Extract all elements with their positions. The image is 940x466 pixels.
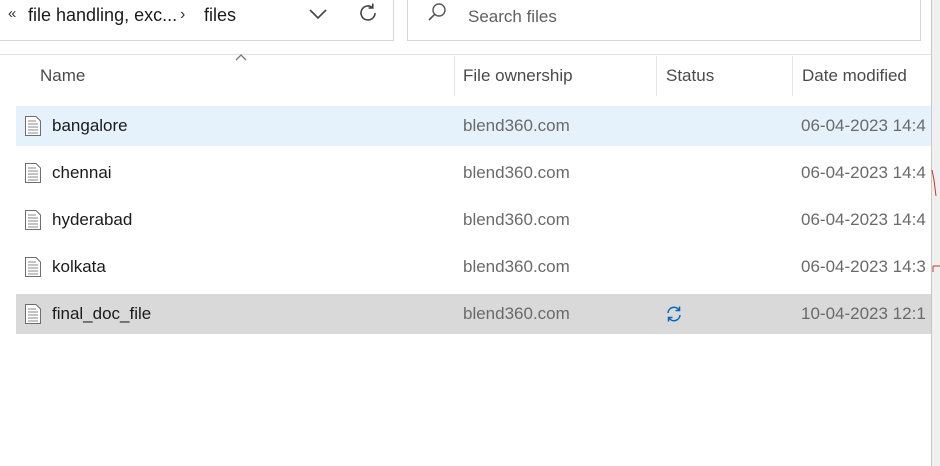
file-date-modified: 06-04-2023 14:4: [801, 116, 926, 135]
breadcrumb-separator-icon[interactable]: ›: [180, 6, 185, 24]
search-input[interactable]: [466, 4, 900, 30]
file-name: final_doc_file: [52, 304, 152, 323]
breadcrumb-item-current[interactable]: files: [204, 5, 236, 26]
toolbar: « file handling, exc... › files: [0, 0, 940, 54]
file-owner: blend360.com: [463, 304, 570, 323]
file-owner: blend360.com: [463, 210, 570, 229]
file-date-modified: 06-04-2023 14:4: [801, 210, 926, 229]
column-header-status-label: Status: [666, 66, 715, 85]
file-name: kolkata: [52, 257, 106, 276]
file-name: bangalore: [52, 116, 128, 135]
document-icon: [25, 163, 41, 183]
divider: [0, 54, 940, 55]
breadcrumb-overflow-button[interactable]: «: [8, 5, 16, 22]
file-date-modified: 06-04-2023 14:3: [801, 257, 926, 276]
document-icon: [25, 257, 41, 277]
file-name: hyderabad: [52, 210, 133, 229]
document-icon: [25, 210, 41, 230]
refresh-icon[interactable]: [356, 1, 380, 25]
file-row[interactable]: chennai blend360.com 06-04-2023 14:4: [16, 153, 934, 193]
file-date-modified: 06-04-2023 14:4: [801, 163, 926, 182]
column-header-date-modified[interactable]: Date modified: [793, 56, 931, 102]
chevron-down-icon[interactable]: [306, 2, 330, 26]
breadcrumb-item-parent[interactable]: file handling, exc...: [28, 5, 177, 26]
file-owner: blend360.com: [463, 116, 570, 135]
column-header-status[interactable]: Status: [657, 56, 792, 102]
document-icon: [25, 304, 41, 324]
adjacent-window-fragment: [931, 170, 940, 272]
file-date-modified: 10-04-2023 12:1: [801, 304, 926, 323]
file-row[interactable]: kolkata blend360.com 06-04-2023 14:3: [16, 247, 934, 287]
file-owner: blend360.com: [463, 163, 570, 182]
column-header-ownership-label: File ownership: [463, 66, 573, 85]
file-name: chennai: [52, 163, 112, 182]
file-row-selected[interactable]: final_doc_file blend360.com 10-04-2023 1…: [16, 294, 934, 334]
column-header-name-label: Name: [40, 66, 86, 85]
document-icon: [25, 116, 41, 136]
column-header-ownership[interactable]: File ownership: [455, 56, 655, 102]
column-header-date-label: Date modified: [802, 66, 907, 85]
file-row[interactable]: bangalore blend360.com 06-04-2023 14:4: [16, 106, 934, 146]
search-icon: [428, 3, 446, 21]
file-row[interactable]: hyderabad blend360.com 06-04-2023 14:4: [16, 200, 934, 240]
column-header-name[interactable]: Name: [24, 56, 454, 102]
file-owner: blend360.com: [463, 257, 570, 276]
sync-pending-icon: [667, 306, 681, 322]
